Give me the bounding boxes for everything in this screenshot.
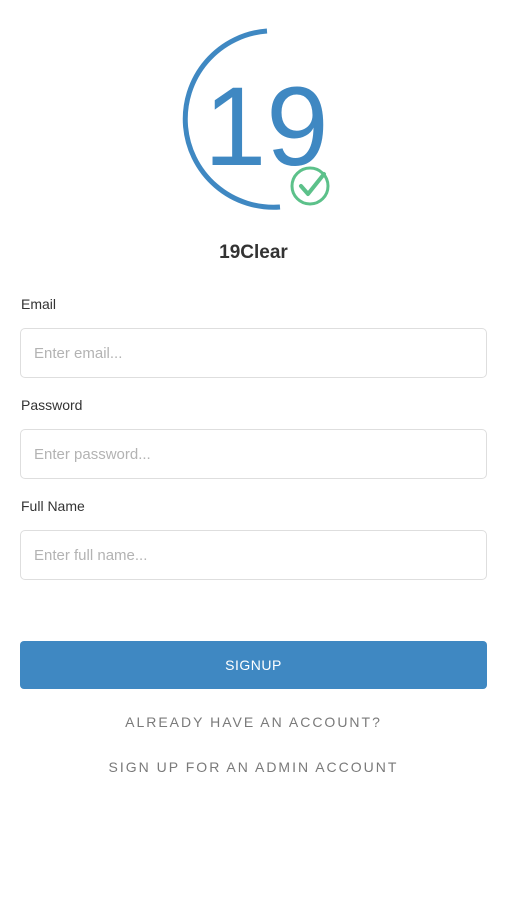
admin-signup-link[interactable]: SIGN UP FOR AN ADMIN ACCOUNT	[0, 759, 507, 775]
password-field[interactable]	[20, 429, 487, 479]
password-label: Password	[21, 397, 83, 413]
email-field[interactable]	[20, 328, 487, 378]
app-title: 19Clear	[219, 242, 288, 263]
signup-button[interactable]: SIGNUP	[20, 641, 487, 689]
email-label: Email	[21, 296, 57, 312]
logo-number: 19	[204, 64, 329, 189]
logo-graphic: 19	[182, 28, 330, 210]
app-logo: 19	[170, 28, 340, 218]
full-name-label: Full Name	[21, 498, 85, 514]
login-link[interactable]: ALREADY HAVE AN ACCOUNT?	[0, 714, 507, 730]
full-name-field[interactable]	[20, 530, 487, 580]
